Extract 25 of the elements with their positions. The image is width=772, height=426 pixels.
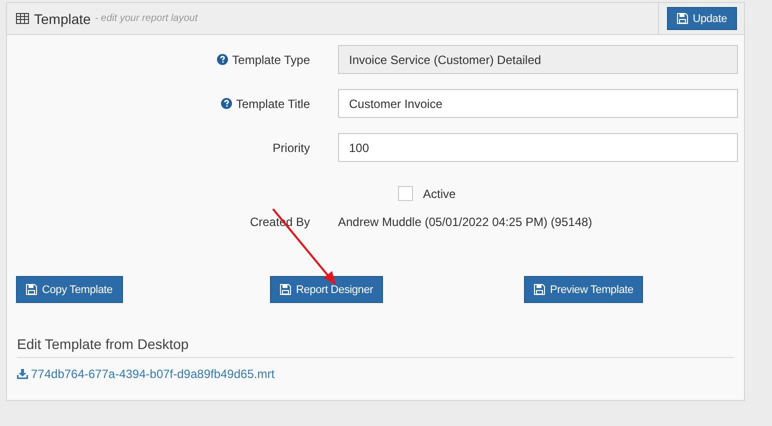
- download-link[interactable]: 774db764-677a-4394-b07f-d9a89fb49d65.mrt: [17, 367, 275, 381]
- field-label: Priority: [272, 140, 310, 154]
- save-icon: [26, 284, 37, 295]
- input-field[interactable]: Invoice Service (Customer) Detailed: [338, 45, 738, 74]
- download-icon: [17, 369, 28, 379]
- action-button[interactable]: Copy Template: [16, 276, 123, 303]
- panel-title: Template: [34, 10, 91, 26]
- input-field[interactable]: Customer Invoice: [338, 89, 738, 118]
- section-heading: Edit Template from Desktop: [17, 336, 734, 358]
- save-icon: [280, 284, 291, 295]
- active-checkbox[interactable]: [398, 186, 413, 201]
- save-icon: [676, 13, 688, 24]
- help-icon[interactable]: [220, 98, 232, 109]
- field-label: Template Type: [232, 52, 310, 66]
- table-icon: [16, 13, 29, 24]
- created-by-value: Andrew Muddle (05/01/2022 04:25 PM) (95148): [338, 215, 594, 229]
- action-button[interactable]: Report Designer: [270, 276, 384, 303]
- action-button[interactable]: Preview Template: [524, 276, 644, 303]
- field-label: Template Title: [236, 96, 310, 110]
- input-field[interactable]: 100: [338, 133, 738, 162]
- help-icon[interactable]: [217, 54, 228, 65]
- save-icon: [534, 284, 545, 295]
- panel-subtitle: - edit your report layout: [94, 13, 198, 24]
- update-button[interactable]: Update: [666, 7, 737, 30]
- active-label: Active: [423, 186, 456, 200]
